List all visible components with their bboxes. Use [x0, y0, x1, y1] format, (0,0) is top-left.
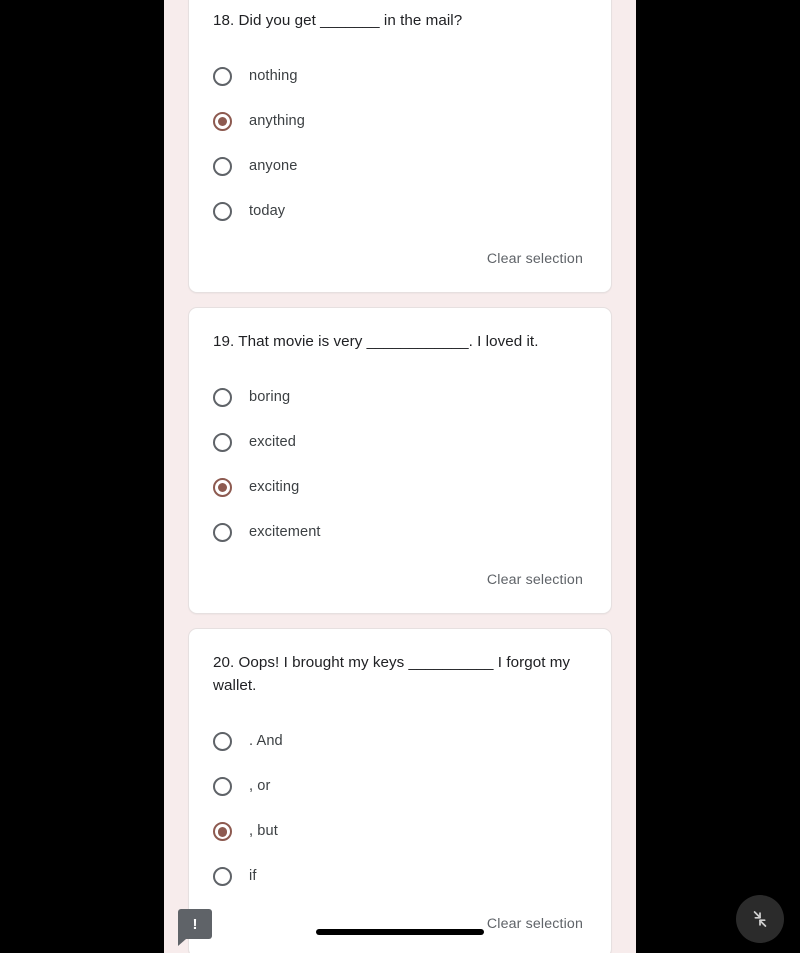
question-text-18: 18. Did you get _______ in the mail? [213, 12, 463, 29]
radio-button-icon[interactable] [213, 867, 232, 887]
clear-selection-row-18: Clear selection [213, 246, 587, 272]
radio-button-icon[interactable] [213, 433, 232, 453]
radio-button-icon[interactable] [213, 777, 232, 797]
clear-selection-button[interactable]: Clear selection [485, 246, 585, 272]
option-group-20: . And , or , but if [213, 719, 587, 899]
clear-selection-button[interactable]: Clear selection [485, 567, 585, 593]
option-label: . And [249, 733, 283, 750]
clear-selection-button[interactable]: Clear selection [485, 911, 585, 937]
option-label: anything [249, 113, 305, 130]
option-19-excitement[interactable]: excitement [213, 510, 587, 555]
clear-selection-row-19: Clear selection [213, 567, 587, 593]
option-label: , or [249, 778, 271, 795]
option-label: exciting [249, 479, 300, 496]
radio-button-selected-icon[interactable] [213, 478, 232, 498]
device-screen: 18. Did you get _______ in the mail? not… [0, 0, 800, 953]
question-text-19: 19. That movie is very ____________. I l… [213, 333, 539, 351]
form-viewport[interactable]: 18. Did you get _______ in the mail? not… [164, 0, 636, 953]
radio-button-icon[interactable] [213, 67, 232, 87]
radio-button-selected-icon[interactable] [213, 822, 232, 842]
radio-button-selected-icon[interactable] [213, 112, 232, 132]
option-label: today [249, 203, 286, 220]
option-label: excitement [249, 524, 321, 541]
form-question-list: 18. Did you get _______ in the mail? not… [164, 0, 636, 953]
option-18-anyone[interactable]: anyone [213, 144, 587, 189]
option-18-nothing[interactable]: nothing [213, 54, 587, 99]
option-19-excited[interactable]: excited [213, 420, 587, 465]
option-18-anything[interactable]: anything [213, 99, 587, 144]
option-group-18: nothing anything anyone today [213, 54, 587, 234]
option-label: anyone [249, 158, 298, 175]
collapse-arrows-icon[interactable] [736, 895, 784, 943]
question-text-20: 20. Oops! I brought my keys __________ I… [213, 654, 571, 695]
option-label: , but [249, 823, 278, 840]
option-20-but[interactable]: , but [213, 809, 587, 854]
report-flag-icon[interactable]: ! [178, 909, 212, 946]
option-20-if[interactable]: if [213, 854, 587, 899]
option-label: boring [249, 389, 291, 406]
radio-button-icon[interactable] [213, 388, 232, 408]
home-indicator-bar [316, 929, 484, 935]
option-label: nothing [249, 68, 298, 85]
radio-button-icon[interactable] [213, 523, 232, 543]
report-flag-glyph: ! [192, 915, 198, 933]
radio-button-icon[interactable] [213, 157, 232, 177]
option-label: if [249, 868, 257, 885]
question-card-18: 18. Did you get _______ in the mail? not… [188, 0, 612, 294]
option-18-today[interactable]: today [213, 189, 587, 234]
option-19-boring[interactable]: boring [213, 375, 587, 420]
collapse-arrows-glyph [753, 911, 767, 927]
option-label: excited [249, 434, 296, 451]
radio-button-icon[interactable] [213, 202, 232, 222]
question-card-20: 20. Oops! I brought my keys __________ I… [188, 628, 612, 953]
option-20-or[interactable]: , or [213, 764, 587, 809]
option-19-exciting[interactable]: exciting [213, 465, 587, 510]
question-card-19: 19. That movie is very ____________. I l… [188, 307, 612, 615]
radio-button-icon[interactable] [213, 732, 232, 752]
option-group-19: boring excited exciting excitement [213, 375, 587, 555]
option-20-and[interactable]: . And [213, 719, 587, 764]
